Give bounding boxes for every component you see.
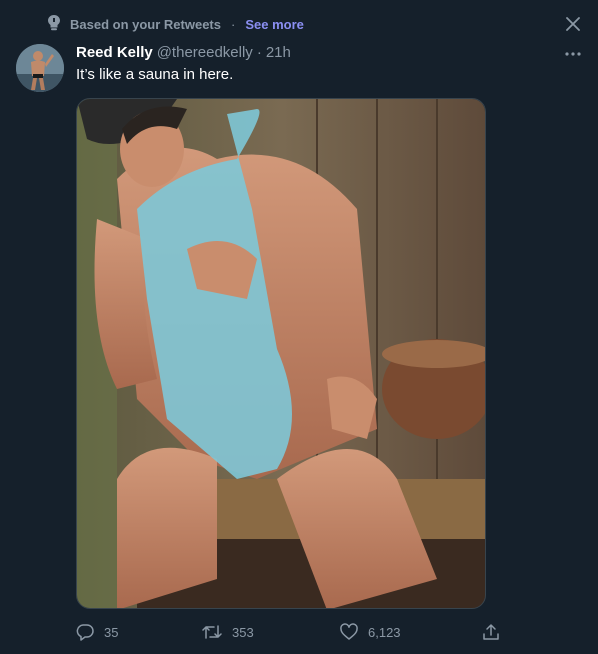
like-button[interactable]: 6,123 xyxy=(340,620,401,644)
author-name[interactable]: Reed Kelly xyxy=(76,44,153,61)
more-options-button[interactable] xyxy=(561,44,585,64)
tweet-actions: 35 353 6,123 xyxy=(76,620,502,644)
context-separator: · xyxy=(231,16,236,32)
reply-count: 35 xyxy=(104,624,119,640)
tweet-card[interactable]: Based on your Retweets · See more Reed K… xyxy=(0,0,598,654)
tweet-text: It’s like a sauna in here. xyxy=(76,66,234,83)
tweet-context: Based on your Retweets · See more xyxy=(48,14,304,34)
retweet-icon xyxy=(202,625,222,639)
tweet-timestamp[interactable]: 21h xyxy=(266,44,291,61)
reply-icon xyxy=(76,624,94,641)
close-button[interactable] xyxy=(561,12,585,36)
share-button[interactable] xyxy=(482,620,500,644)
retweet-count: 353 xyxy=(232,624,254,640)
tweet-header: Reed Kelly @thereedkelly · 21h xyxy=(76,44,291,64)
see-more-link[interactable]: See more xyxy=(245,17,304,32)
pin-icon xyxy=(48,14,60,34)
context-label: Based on your Retweets xyxy=(70,16,221,32)
reply-button[interactable]: 35 xyxy=(76,620,118,644)
like-count: 6,123 xyxy=(368,624,401,640)
header-separator: · xyxy=(256,44,262,61)
retweet-button[interactable]: 353 xyxy=(202,620,254,644)
avatar[interactable] xyxy=(16,44,64,92)
author-handle[interactable]: @thereedkelly xyxy=(157,44,253,61)
close-icon xyxy=(566,17,580,31)
share-icon xyxy=(483,624,499,640)
heart-icon xyxy=(340,623,358,640)
more-icon xyxy=(565,52,581,56)
tweet-photo[interactable] xyxy=(76,98,486,609)
